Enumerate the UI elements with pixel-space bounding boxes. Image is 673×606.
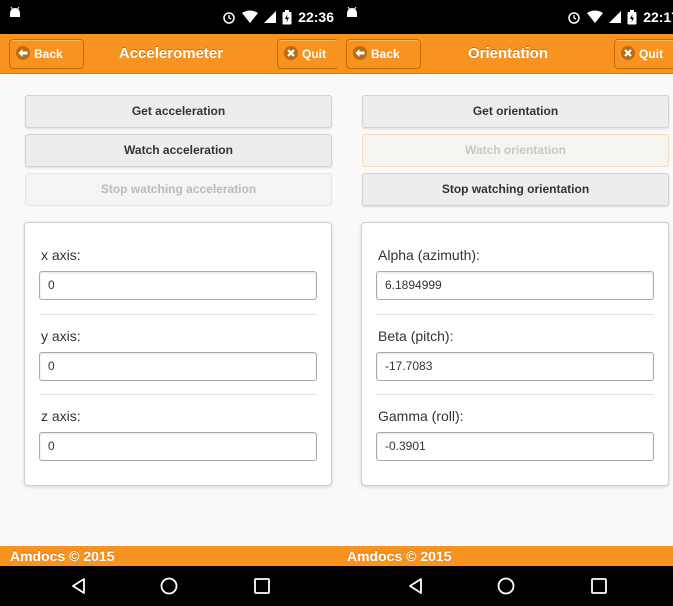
status-bar: 22:36 [0, 0, 337, 34]
nav-back-icon[interactable] [406, 576, 426, 596]
back-arrow-icon [353, 45, 367, 63]
z-axis-label: z axis: [41, 408, 81, 424]
quit-button[interactable]: Quit [614, 39, 673, 69]
android-icon [345, 6, 359, 25]
status-time: 22:17 [643, 9, 673, 25]
alpha-input[interactable]: 6.1894999 [376, 271, 654, 300]
status-time: 22:36 [298, 9, 334, 25]
stop-watching-acceleration-button[interactable]: Stop watching acceleration [25, 173, 332, 206]
navigation-bar [337, 566, 673, 606]
wifi-icon [242, 10, 259, 24]
divider [376, 314, 654, 315]
nav-back-icon[interactable] [69, 576, 89, 596]
acceleration-card: x axis: 0 y axis: 0 z axis: 0 [24, 222, 332, 486]
android-icon [8, 6, 22, 25]
header-bar: Accelerometer Back Quit [0, 34, 337, 74]
divider [376, 394, 654, 395]
signal-icon [264, 10, 277, 24]
nav-home-icon[interactable] [496, 576, 516, 596]
beta-input[interactable]: -17.7083 [376, 352, 654, 381]
x-axis-input[interactable]: 0 [39, 271, 317, 300]
close-icon [621, 45, 635, 63]
navigation-bar [0, 566, 337, 606]
quit-label: Quit [302, 47, 326, 61]
back-label: Back [371, 47, 400, 61]
watch-orientation-button[interactable]: Watch orientation [362, 134, 669, 167]
gamma-input[interactable]: -0.3901 [376, 432, 654, 461]
quit-button[interactable]: Quit [277, 39, 337, 69]
y-axis-label: y axis: [41, 328, 81, 344]
back-button[interactable]: Back [9, 39, 84, 69]
wifi-icon [587, 10, 604, 24]
footer: Amdocs © 2015 [0, 546, 337, 566]
battery-icon [627, 9, 637, 25]
alarm-icon [567, 10, 581, 24]
nav-recents-icon[interactable] [252, 576, 272, 596]
beta-label: Beta (pitch): [378, 328, 454, 344]
y-axis-input[interactable]: 0 [39, 352, 317, 381]
get-orientation-button[interactable]: Get orientation [362, 95, 669, 128]
close-icon [284, 45, 298, 63]
main-content: Get orientation Watch orientation Stop w… [337, 75, 673, 546]
status-bar: 22:17 [337, 0, 673, 34]
divider [39, 394, 317, 395]
divider [39, 314, 317, 315]
gamma-label: Gamma (roll): [378, 408, 464, 424]
back-button[interactable]: Back [346, 39, 421, 69]
footer: Amdocs © 2015 [337, 546, 673, 566]
alpha-label: Alpha (azimuth): [378, 247, 480, 263]
nav-home-icon[interactable] [159, 576, 179, 596]
stop-watching-orientation-button[interactable]: Stop watching orientation [362, 173, 669, 206]
watch-acceleration-button[interactable]: Watch acceleration [25, 134, 332, 167]
header-bar: Orientation Back Quit [337, 34, 673, 74]
back-label: Back [34, 47, 63, 61]
main-content: Get acceleration Watch acceleration Stop… [0, 75, 337, 546]
back-arrow-icon [16, 45, 30, 63]
get-acceleration-button[interactable]: Get acceleration [25, 95, 332, 128]
quit-label: Quit [639, 47, 663, 61]
z-axis-input[interactable]: 0 [39, 432, 317, 461]
signal-icon [609, 10, 622, 24]
x-axis-label: x axis: [41, 247, 81, 263]
orientation-card: Alpha (azimuth): 6.1894999 Beta (pitch):… [361, 222, 669, 486]
alarm-icon [222, 10, 236, 24]
battery-icon [282, 9, 292, 25]
accelerometer-screen: 22:36 Accelerometer Back Quit Get accele… [0, 0, 337, 606]
nav-recents-icon[interactable] [589, 576, 609, 596]
orientation-screen: 22:17 Orientation Back Quit Get orientat… [337, 0, 673, 606]
